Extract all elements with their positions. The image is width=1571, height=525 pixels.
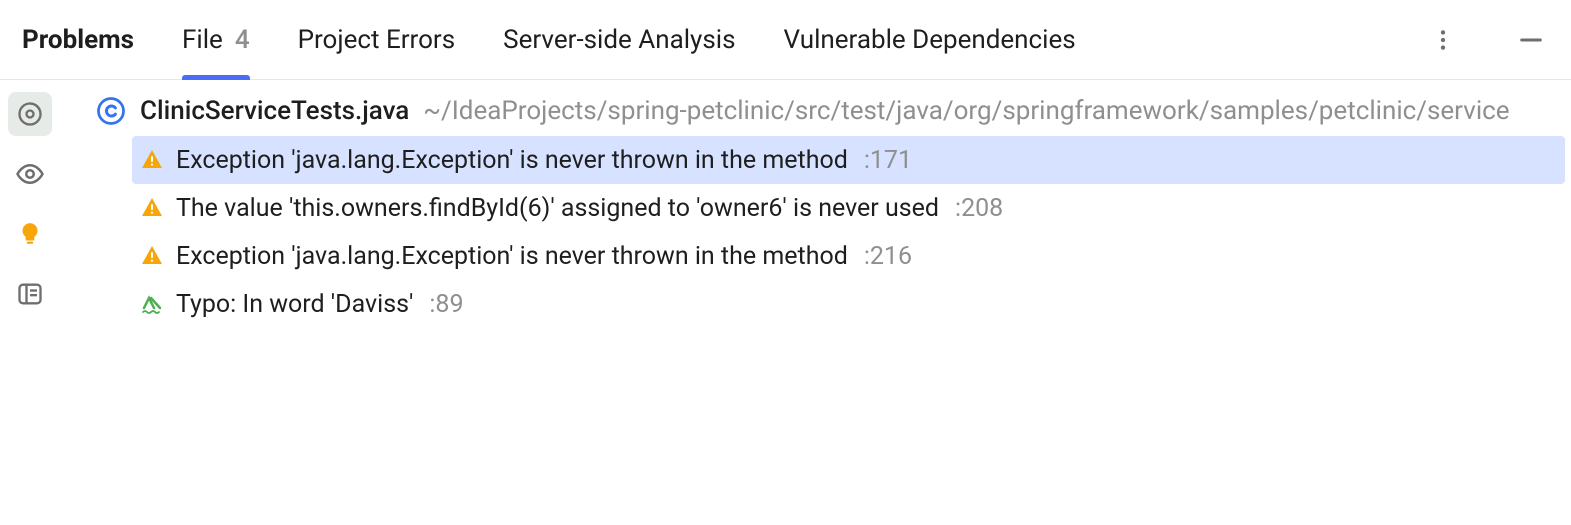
target-icon bbox=[16, 100, 44, 128]
warning-icon bbox=[140, 196, 164, 220]
warning-icon bbox=[140, 244, 164, 268]
tab-vulnerable-label: Vulnerable Dependencies bbox=[784, 25, 1076, 55]
tab-file-count: 4 bbox=[235, 25, 250, 55]
file-path: ~/IdeaProjects/spring-petclinic/src/test… bbox=[423, 96, 1509, 126]
problem-row[interactable]: Exception 'java.lang.Exception' is never… bbox=[132, 136, 1565, 184]
problem-line: :89 bbox=[429, 290, 463, 319]
problem-row[interactable]: The value 'this.owners.findById(6)' assi… bbox=[132, 184, 1565, 232]
problem-row[interactable]: Exception 'java.lang.Exception' is never… bbox=[132, 232, 1565, 280]
more-vert-icon bbox=[1430, 27, 1456, 53]
minimize-icon bbox=[1517, 26, 1545, 54]
problem-message: Typo: In word 'Daviss' bbox=[176, 290, 413, 319]
problem-row[interactable]: Typo: In word 'Daviss' :89 bbox=[132, 280, 1565, 328]
tab-server-side-label: Server-side Analysis bbox=[503, 25, 735, 55]
tab-server-side-analysis[interactable]: Server-side Analysis bbox=[503, 0, 735, 79]
java-class-icon bbox=[96, 96, 126, 126]
tab-vulnerable-dependencies[interactable]: Vulnerable Dependencies bbox=[784, 0, 1076, 79]
sidebar-intentions-button[interactable] bbox=[8, 212, 52, 256]
panel-icon bbox=[16, 280, 44, 308]
minimize-button[interactable] bbox=[1511, 20, 1551, 60]
more-options-button[interactable] bbox=[1423, 20, 1463, 60]
problems-content: ClinicServiceTests.java ~/IdeaProjects/s… bbox=[60, 80, 1571, 525]
sidebar-target-button[interactable] bbox=[8, 92, 52, 136]
tab-file-label: File bbox=[182, 25, 223, 55]
problem-line: :216 bbox=[864, 242, 912, 271]
problems-sidebar bbox=[0, 80, 60, 525]
problem-message: The value 'this.owners.findById(6)' assi… bbox=[176, 194, 939, 223]
tab-file[interactable]: File 4 bbox=[182, 0, 250, 79]
file-header[interactable]: ClinicServiceTests.java ~/IdeaProjects/s… bbox=[60, 92, 1565, 130]
problem-message: Exception 'java.lang.Exception' is never… bbox=[176, 242, 848, 271]
typo-icon bbox=[140, 292, 164, 316]
tab-project-errors[interactable]: Project Errors bbox=[298, 0, 456, 79]
sidebar-details-button[interactable] bbox=[8, 272, 52, 316]
problem-message: Exception 'java.lang.Exception' is never… bbox=[176, 146, 848, 175]
eye-icon bbox=[15, 159, 45, 189]
lightbulb-icon bbox=[17, 221, 43, 247]
file-name: ClinicServiceTests.java bbox=[140, 96, 409, 126]
tab-problems[interactable]: Problems bbox=[22, 0, 134, 79]
sidebar-preview-button[interactable] bbox=[8, 152, 52, 196]
tab-bar: Problems File 4 Project Errors Server-si… bbox=[0, 0, 1571, 80]
problem-line: :208 bbox=[955, 194, 1003, 223]
warning-icon bbox=[140, 148, 164, 172]
tab-problems-label: Problems bbox=[22, 25, 134, 55]
tab-project-errors-label: Project Errors bbox=[298, 25, 456, 55]
problems-list: Exception 'java.lang.Exception' is never… bbox=[60, 130, 1565, 328]
problem-line: :171 bbox=[864, 146, 912, 175]
